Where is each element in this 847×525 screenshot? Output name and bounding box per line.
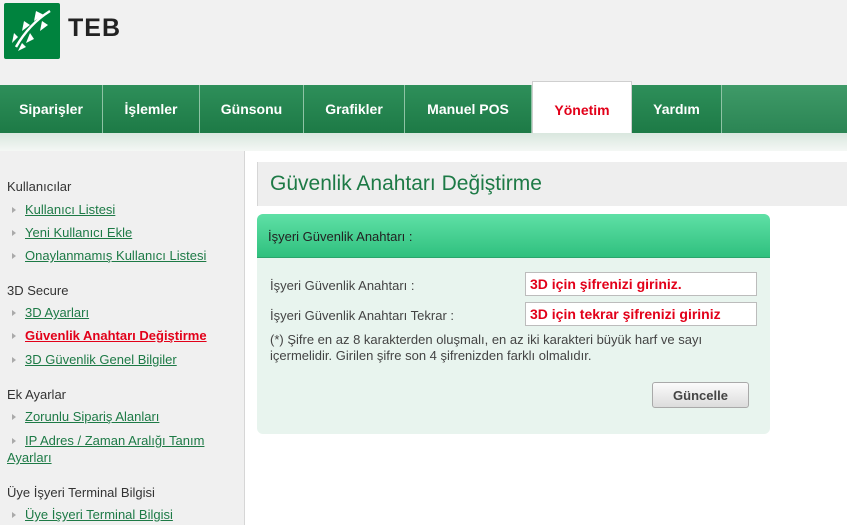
security-key-panel: İşyeri Güvenlik Anahtarı : İşyeri Güvenl… xyxy=(257,214,770,434)
sidebar-item-ip-adres[interactable]: IP Adres / Zaman Aralığı Tanım Ayarları xyxy=(7,432,237,466)
sidebar-link[interactable]: Üye İşyeri Terminal Bilgisi xyxy=(25,507,173,522)
tab-gunsonu[interactable]: Günsonu xyxy=(200,85,304,133)
panel-header: İşyeri Güvenlik Anahtarı : xyxy=(257,214,770,258)
sidebar-link[interactable]: 3D Ayarları xyxy=(25,305,89,320)
chevron-right-icon xyxy=(12,437,16,444)
chevron-right-icon xyxy=(12,309,16,316)
key-repeat-input[interactable] xyxy=(525,302,757,326)
key-label: İşyeri Güvenlik Anahtarı : xyxy=(270,278,415,293)
sidebar-link-continued[interactable]: Ayarları xyxy=(7,450,52,465)
tab-yonetim[interactable]: Yönetim xyxy=(532,81,632,135)
sidebar-section-kullanicilar: Kullanıcılar xyxy=(7,179,72,194)
page-title: Güvenlik Anahtarı Değiştirme xyxy=(270,172,542,195)
chevron-right-icon xyxy=(12,252,16,259)
chevron-right-icon xyxy=(12,356,16,363)
update-button[interactable]: Güncelle xyxy=(652,382,749,408)
chevron-right-icon xyxy=(12,206,16,213)
nav-underline xyxy=(0,133,847,151)
key-input[interactable] xyxy=(525,272,757,296)
password-rules-note: (*) Şifre en az 8 karakterden oluşmalı, … xyxy=(270,332,703,363)
sidebar-link[interactable]: 3D Güvenlik Genel Bilgiler xyxy=(25,352,177,367)
tab-siparisler[interactable]: Siparişler xyxy=(0,85,103,133)
sidebar-section-3d-secure: 3D Secure xyxy=(7,283,69,298)
sidebar-link-active[interactable]: Güvenlik Anahtarı Değiştirme xyxy=(25,328,207,343)
page-title-bar: Güvenlik Anahtarı Değiştirme xyxy=(257,162,847,206)
sidebar-item-3d-ayarlari[interactable]: 3D Ayarları xyxy=(12,305,89,320)
chevron-right-icon xyxy=(12,332,16,339)
sidebar-item-yeni-kullanici[interactable]: Yeni Kullanıcı Ekle xyxy=(12,225,132,240)
sidebar-item-3d-guvenlik-bilgiler[interactable]: 3D Güvenlik Genel Bilgiler xyxy=(12,352,177,367)
sidebar-item-onaylanmamis[interactable]: Onaylanmamış Kullanıcı Listesi xyxy=(12,248,206,263)
main-nav: Siparişler İşlemler Günsonu Grafikler Ma… xyxy=(0,81,847,135)
tab-grafikler[interactable]: Grafikler xyxy=(304,85,405,133)
brand-name: TEB xyxy=(68,14,121,42)
sidebar-link[interactable]: Onaylanmamış Kullanıcı Listesi xyxy=(25,248,206,263)
sidebar-section-terminal: Üye İşyeri Terminal Bilgisi xyxy=(7,485,155,500)
sidebar-item-guvenlik-anahtari[interactable]: Güvenlik Anahtarı Değiştirme xyxy=(12,328,207,343)
chevron-right-icon xyxy=(12,413,16,420)
sidebar-link[interactable]: Zorunlu Sipariş Alanları xyxy=(25,409,159,424)
teb-logo xyxy=(4,3,60,59)
key-repeat-label: İşyeri Güvenlik Anahtarı Tekrar : xyxy=(270,308,455,323)
tab-yardim[interactable]: Yardım xyxy=(632,85,722,133)
header: TEB xyxy=(0,0,847,85)
sidebar-link[interactable]: IP Adres / Zaman Aralığı Tanım xyxy=(25,433,204,448)
sidebar-item-zorunlu-siparis[interactable]: Zorunlu Sipariş Alanları xyxy=(12,409,159,424)
sidebar-section-ek-ayarlar: Ek Ayarlar xyxy=(7,387,67,402)
panel-header-label: İşyeri Güvenlik Anahtarı : xyxy=(268,229,413,244)
sidebar-item-terminal-bilgisi[interactable]: Üye İşyeri Terminal Bilgisi xyxy=(12,507,173,522)
chevron-right-icon xyxy=(12,229,16,236)
sidebar-link[interactable]: Kullanıcı Listesi xyxy=(25,202,115,217)
chevron-right-icon xyxy=(12,511,16,518)
tab-islemler[interactable]: İşlemler xyxy=(103,85,200,133)
tab-manuel-pos[interactable]: Manuel POS xyxy=(405,85,532,133)
sidebar-link[interactable]: Yeni Kullanıcı Ekle xyxy=(25,225,132,240)
sidebar: Kullanıcılar Kullanıcı Listesi Yeni Kull… xyxy=(0,151,245,525)
nav-filler xyxy=(722,85,847,133)
sidebar-item-kullanici-listesi[interactable]: Kullanıcı Listesi xyxy=(12,202,115,217)
